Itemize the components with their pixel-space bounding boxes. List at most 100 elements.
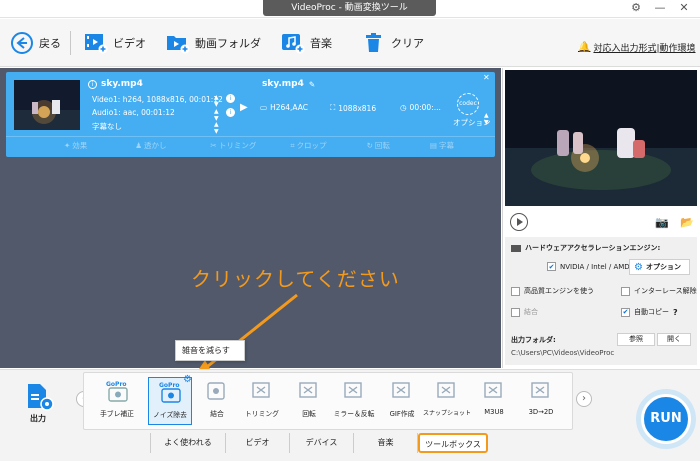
tab-music[interactable]: 音楽 [354, 433, 418, 453]
tab-video[interactable]: ビデオ [226, 433, 290, 453]
gif-icon [390, 380, 414, 402]
hq-engine-checkbox[interactable] [511, 286, 520, 296]
codec-gear-icon[interactable]: codec [457, 93, 479, 115]
tool-label: ミラー＆反転 [333, 410, 375, 418]
trim-scissors-icon [250, 380, 274, 402]
help-icon[interactable]: ? [673, 308, 678, 317]
effects-label: 効果 [72, 141, 88, 150]
tools-next-button[interactable]: › [576, 391, 592, 407]
settings-gear-icon[interactable]: ⚙ [628, 1, 644, 15]
output-settings-icon[interactable] [22, 382, 54, 412]
merge-label: 結合 [524, 308, 538, 316]
open-folder-icon[interactable]: 📂 [680, 216, 694, 229]
auto-copy-row[interactable]: ✔ 自動コピー ? [621, 307, 678, 317]
hq-engine-row[interactable]: 高品質エンジンを使う [511, 286, 594, 296]
hardware-settings-panel: ハードウェアアクセラレーションエンジン: ✔ NVIDIA / Intel / … [505, 237, 697, 365]
run-button[interactable]: RUN [636, 389, 696, 449]
task-scroll-stepper[interactable]: ▲ ▼ [484, 112, 489, 126]
video-folder-icon [166, 32, 190, 54]
scissors-icon: ✂ [210, 141, 217, 150]
notice-label: 対応入出力形式|動作環境 [593, 44, 696, 54]
video-track-info: Video1: h264, 1088x816, 00:01:12 [92, 95, 223, 104]
deinterlace-checkbox[interactable] [621, 286, 630, 296]
video-info-icon[interactable]: i [226, 94, 235, 103]
gpu-option-button[interactable]: ⚙ オプション [629, 259, 690, 275]
tool-label: トリミング [245, 410, 279, 418]
merge-icon [205, 380, 229, 402]
minimize-button[interactable]: — [652, 1, 668, 15]
rotate-icon [297, 380, 321, 402]
tool-merge[interactable]: 結合 [195, 377, 239, 425]
snapshot-icon [435, 380, 459, 402]
tab-toolbox[interactable]: ツールボックス [418, 433, 488, 453]
clear-button[interactable]: クリア [362, 30, 424, 56]
trim-label: トリミング [218, 141, 257, 150]
rotate-button[interactable]: ↻ 回転 [367, 140, 390, 151]
play-button[interactable] [510, 213, 528, 231]
tool-label: GIF作成 [389, 410, 415, 418]
back-label: 戻る [39, 37, 61, 50]
back-button[interactable]: 戻る [10, 30, 61, 56]
window-title: VideoProc - 動画変換ツール [263, 0, 436, 16]
auto-copy-checkbox[interactable]: ✔ [621, 307, 630, 317]
video-track-stepper[interactable]: ▲ ▼ [214, 94, 219, 108]
crop-icon: ⌗ [290, 140, 295, 150]
gpu-label: NVIDIA / Intel / AMD [560, 262, 630, 271]
format-info-link[interactable]: 🔔 対応入出力形式|動作環境 [578, 41, 696, 54]
tool-stabilize[interactable]: GoPro 手ブレ補正 [95, 377, 139, 425]
tool-m3u8[interactable]: M3U8 [472, 377, 516, 425]
trim-button[interactable]: ✂ トリミング [211, 140, 257, 151]
subtitle-button[interactable]: ▤ 字幕 [430, 140, 454, 151]
add-music-button[interactable]: 音楽 [281, 30, 332, 56]
output-filename: sky.mp4 [262, 79, 304, 89]
resolution-icon: ⛶ [330, 103, 336, 112]
gpu-checkbox[interactable]: ✔ [547, 262, 556, 271]
tab-device[interactable]: デバイス [290, 433, 354, 453]
tool-mirror-flip[interactable]: ミラー＆反転 [332, 377, 376, 425]
audio-info-icon[interactable]: i [226, 108, 235, 117]
audio-track-stepper[interactable]: ▲ ▼ [214, 108, 219, 122]
tool-label: 結合 [210, 410, 224, 418]
watermark-button[interactable]: ♟ 透かし [135, 140, 166, 151]
tool-rotate[interactable]: 回転 [287, 377, 331, 425]
gpu-checkbox-row[interactable]: ✔ NVIDIA / Intel / AMD [547, 262, 630, 271]
video-thumbnail [14, 80, 80, 130]
video-label: ビデオ [113, 37, 146, 50]
add-folder-button[interactable]: 動画フォルダ [166, 30, 261, 56]
deinterlace-row[interactable]: インターレース解除 [621, 286, 697, 296]
output-codec: H264,AAC [270, 103, 309, 112]
task-card[interactable]: i sky.mp4 Video1: h264, 1088x816, 00:01:… [6, 72, 495, 157]
rotate-label: 回転 [374, 141, 390, 150]
tab-common[interactable]: よく使われる [150, 433, 226, 453]
tool-snapshot[interactable]: スナップショット [423, 377, 471, 425]
merge-checkbox[interactable] [511, 307, 520, 317]
merge-row[interactable]: 結合 [511, 307, 538, 317]
subtitle-track-stepper[interactable]: ▲ ▼ [214, 121, 219, 135]
edit-function-row: ✦ 効果 ♟ 透かし ✂ トリミング ⌗ クロップ ↻ 回転 ▤ 字幕 [6, 136, 495, 154]
convert-arrow-icon: ▶ [240, 102, 248, 113]
tool-settings-gear-icon[interactable]: ⚙ [183, 374, 192, 385]
wand-icon: ✦ [64, 141, 71, 150]
toolbar-divider [70, 31, 71, 55]
rename-pencil-icon[interactable]: ✎ [309, 80, 315, 89]
add-video-button[interactable]: ビデオ [84, 30, 146, 56]
crop-label: クロップ [296, 141, 327, 150]
tool-3d-to-2d[interactable]: 3D→2D [519, 377, 563, 425]
hq-engine-label: 高品質エンジンを使う [524, 287, 594, 295]
crop-button[interactable]: ⌗ クロップ [290, 140, 326, 151]
stabilize-gopro-icon: GoPro [105, 380, 129, 402]
open-folder-button[interactable]: 開く [657, 333, 691, 346]
tool-gif-maker[interactable]: GIF作成 [380, 377, 424, 425]
close-button[interactable]: ✕ [676, 1, 692, 15]
snapshot-camera-icon[interactable]: 📷 [655, 216, 669, 229]
music-label: 音楽 [310, 37, 332, 50]
remove-task-close-icon[interactable]: ✕ [483, 73, 490, 82]
tool-trim[interactable]: トリミング [240, 377, 284, 425]
browse-button[interactable]: 参照 [617, 333, 655, 346]
watermark-icon: ♟ [135, 141, 143, 150]
effects-button[interactable]: ✦ 効果 [64, 140, 87, 151]
trash-icon [362, 32, 386, 54]
mirror-flip-icon [342, 380, 366, 402]
video-preview [505, 70, 697, 206]
auto-copy-label: 自動コピー [634, 308, 669, 316]
